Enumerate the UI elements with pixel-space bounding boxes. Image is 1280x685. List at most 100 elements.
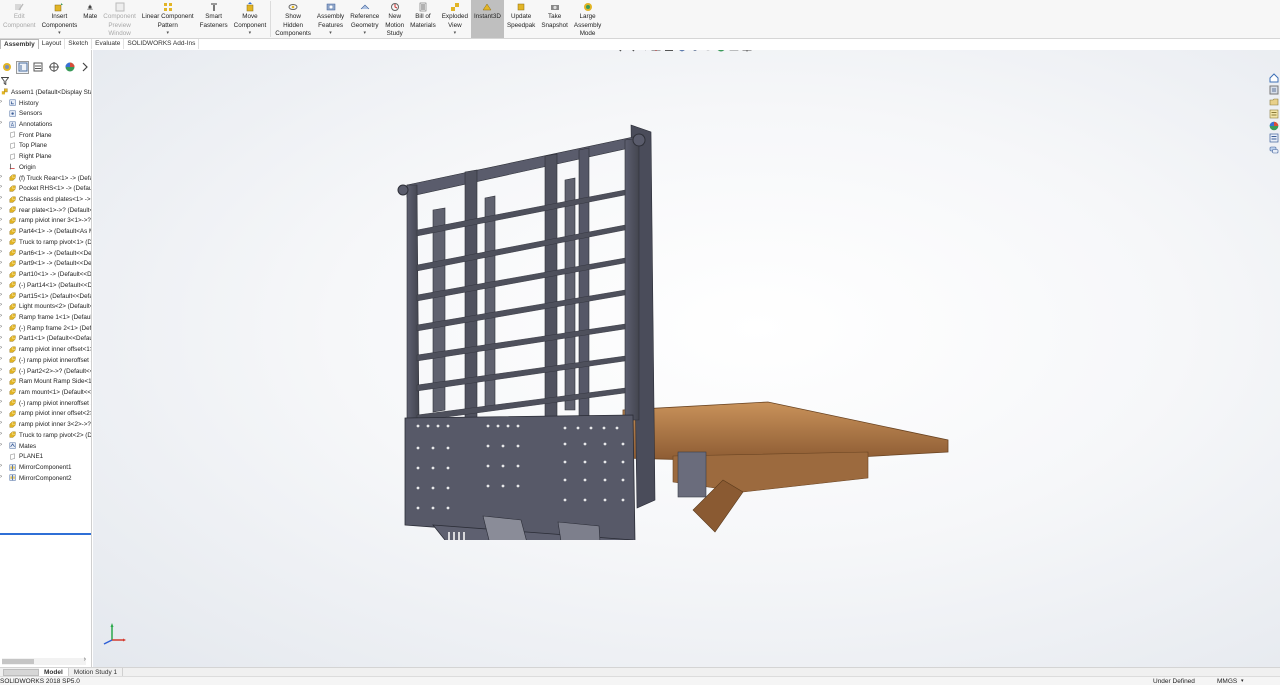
property-manager-tab[interactable] xyxy=(31,61,45,74)
feature-manager-tab[interactable] xyxy=(15,60,30,74)
expand-arrow-icon[interactable]: › xyxy=(0,120,2,126)
expand-arrow-icon[interactable]: › xyxy=(0,335,2,341)
zoom-to-fit-icon[interactable] xyxy=(611,50,622,52)
tab-sketch[interactable]: Sketch xyxy=(65,39,93,49)
view-palette-icon[interactable] xyxy=(1268,108,1280,119)
tree-item[interactable]: › (-) ramp piviot inneroffset 2<1> xyxy=(0,355,91,366)
expand-arrow-icon[interactable]: › xyxy=(0,292,2,298)
configuration-manager-tab[interactable] xyxy=(47,61,61,74)
update-speedpak-button[interactable]: Update Speedpak xyxy=(504,0,538,38)
expand-arrow-icon[interactable]: › xyxy=(0,249,2,255)
tree-item[interactable]: › Part4<1> -> (Default<As Machined>) xyxy=(0,226,91,237)
tree-item[interactable]: › (-) ramp piviot inneroffset 2<2> xyxy=(0,398,91,409)
expand-arrow-icon[interactable]: › xyxy=(0,377,2,383)
tree-item[interactable]: › MirrorComponent1 xyxy=(0,462,91,473)
expand-arrow-icon[interactable]: › xyxy=(0,367,2,373)
appearances-scenes-icon[interactable] xyxy=(1268,120,1280,131)
tree-item[interactable]: Right Plane xyxy=(0,151,91,162)
expand-arrow-icon[interactable]: › xyxy=(0,313,2,319)
tree-item[interactable]: › ram mount<1> (Default<<Default>) xyxy=(0,387,91,398)
expand-arrow-icon[interactable]: › xyxy=(0,399,2,405)
tree-item[interactable]: Top Plane xyxy=(0,141,91,152)
tree-item[interactable]: › ramp piviot inner offset<1> (Default) xyxy=(0,344,91,355)
expand-arrow-icon[interactable]: › xyxy=(0,420,2,426)
tree-item[interactable]: › (-) Part2<2>->? (Default<<Default>) xyxy=(0,366,91,377)
expand-arrow-icon[interactable]: › xyxy=(0,410,2,416)
expand-arrow-icon[interactable]: › xyxy=(0,227,2,233)
scroll-right-arrow-icon[interactable]: › xyxy=(84,656,86,663)
tree-item[interactable]: › (f) Truck Rear<1> -> (Default<<Default>… xyxy=(0,173,91,184)
chevron-down-icon[interactable]: ▾ xyxy=(166,29,169,38)
tree-item[interactable]: › Part9<1> -> (Default<<Default>) xyxy=(0,259,91,270)
mate-button[interactable]: Mate xyxy=(80,0,100,38)
tree-horizontal-scrollbar[interactable]: › xyxy=(2,656,86,665)
view-orientation-icon[interactable] xyxy=(676,50,687,52)
tree-item[interactable]: › Pocket RHS<1> -> (Default<<Default>) xyxy=(0,183,91,194)
solidworks-resources-icon[interactable] xyxy=(1268,72,1280,83)
tree-item[interactable]: › Ram Mount Ramp Side<1> (Default) xyxy=(0,376,91,387)
section-view-icon[interactable] xyxy=(650,50,661,52)
appearance-manager-tab[interactable] xyxy=(63,61,77,74)
expand-arrow-icon[interactable]: › xyxy=(0,388,2,394)
large-assembly-mode-button[interactable]: Large Assembly Mode xyxy=(571,0,604,38)
tree-item[interactable]: › A Annotations xyxy=(0,119,91,130)
expand-arrow-icon[interactable]: › xyxy=(0,217,2,223)
tree-item[interactable]: › (-) Part14<1> (Default<<Default>) xyxy=(0,280,91,291)
tree-item[interactable]: › Part15<1> (Default<<Default>) xyxy=(0,291,91,302)
tree-item[interactable]: Front Plane xyxy=(0,130,91,141)
panel-tabs-more[interactable] xyxy=(78,61,91,74)
tab-layout[interactable]: Layout xyxy=(39,39,66,49)
zoom-to-area-icon[interactable] xyxy=(624,50,635,52)
linear-component-pattern-button[interactable]: Linear Component Pattern ▾ xyxy=(139,0,197,38)
tree-item[interactable]: › MirrorComponent2 xyxy=(0,473,91,484)
component-preview-window-button[interactable]: Component Preview Window xyxy=(100,0,139,38)
design-library-icon[interactable] xyxy=(1268,84,1280,95)
expand-arrow-icon[interactable]: › xyxy=(0,324,2,330)
apply-scene-icon[interactable] xyxy=(728,50,739,52)
expand-arrow-icon[interactable]: › xyxy=(0,463,2,469)
tree-item[interactable]: › Mates xyxy=(0,441,91,452)
expand-arrow-icon[interactable]: › xyxy=(0,184,2,190)
show-hidden-components-button[interactable]: Show Hidden Components xyxy=(272,0,314,38)
reference-geometry-button[interactable]: Reference Geometry ▾ xyxy=(347,0,382,38)
tree-item[interactable]: PLANE1 xyxy=(0,451,91,462)
expand-arrow-icon[interactable]: › xyxy=(0,474,2,480)
chevron-down-icon[interactable]: ▾ xyxy=(363,29,366,38)
tab-assembly[interactable]: Assembly xyxy=(0,39,39,49)
edit-component-button[interactable]: Edit Component xyxy=(0,0,39,38)
view-settings-icon[interactable] xyxy=(741,50,752,52)
expand-arrow-icon[interactable]: › xyxy=(0,281,2,287)
bill-of-materials-button[interactable]: Bill of Materials xyxy=(407,0,439,38)
expand-arrow-icon[interactable]: › xyxy=(0,238,2,244)
scrollbar-thumb[interactable] xyxy=(2,659,34,664)
chevron-down-icon[interactable]: ▾ xyxy=(454,29,457,38)
unit-system-selector[interactable]: MMGS xyxy=(1217,677,1237,685)
tree-item[interactable]: › Part10<1> -> (Default<<Default>) xyxy=(0,269,91,280)
tree-item[interactable]: › Ramp frame 1<1> (Default<<Default>) xyxy=(0,312,91,323)
tab-solidworks-add-ins[interactable]: SOLIDWORKS Add-Ins xyxy=(124,39,200,49)
edit-appearance-icon[interactable] xyxy=(715,50,726,52)
expand-arrow-icon[interactable]: › xyxy=(0,270,2,276)
display-manager-tab[interactable] xyxy=(0,61,14,74)
tree-item[interactable]: › Truck to ramp pivot<1> (Default) xyxy=(0,237,91,248)
chevron-down-icon[interactable]: ▾ xyxy=(249,29,252,38)
tree-item[interactable]: › History xyxy=(0,98,91,109)
tree-item[interactable]: › ramp piviot inner 3<2>->? (Default) xyxy=(0,419,91,430)
take-snapshot-button[interactable]: Take Snapshot xyxy=(538,0,571,38)
tree-item[interactable]: › Light mounts<2> (Default<<Default>) xyxy=(0,301,91,312)
expand-arrow-icon[interactable]: › xyxy=(0,195,2,201)
insert-components-button[interactable]: Insert Components ▾ xyxy=(39,0,81,38)
expand-arrow-icon[interactable]: › xyxy=(0,356,2,362)
tree-item[interactable]: › Truck to ramp pivot<2> (Default) xyxy=(0,430,91,441)
previous-view-icon[interactable] xyxy=(637,50,648,52)
instant3d-button[interactable]: Instant3D xyxy=(470,0,504,38)
new-motion-study-button[interactable]: New Motion Study xyxy=(382,0,407,38)
tree-root-assembly[interactable]: Assem1 (Default<Display State-1>) xyxy=(0,87,91,98)
assembly-3d-model[interactable] xyxy=(393,80,953,540)
file-explorer-icon[interactable] xyxy=(1268,96,1280,107)
graphics-viewport[interactable] xyxy=(93,50,1280,667)
dynamic-annotation-icon[interactable] xyxy=(663,50,674,52)
expand-arrow-icon[interactable]: › xyxy=(0,260,2,266)
tab-navigation-arrows[interactable] xyxy=(3,668,39,676)
expand-arrow-icon[interactable]: › xyxy=(0,174,2,180)
